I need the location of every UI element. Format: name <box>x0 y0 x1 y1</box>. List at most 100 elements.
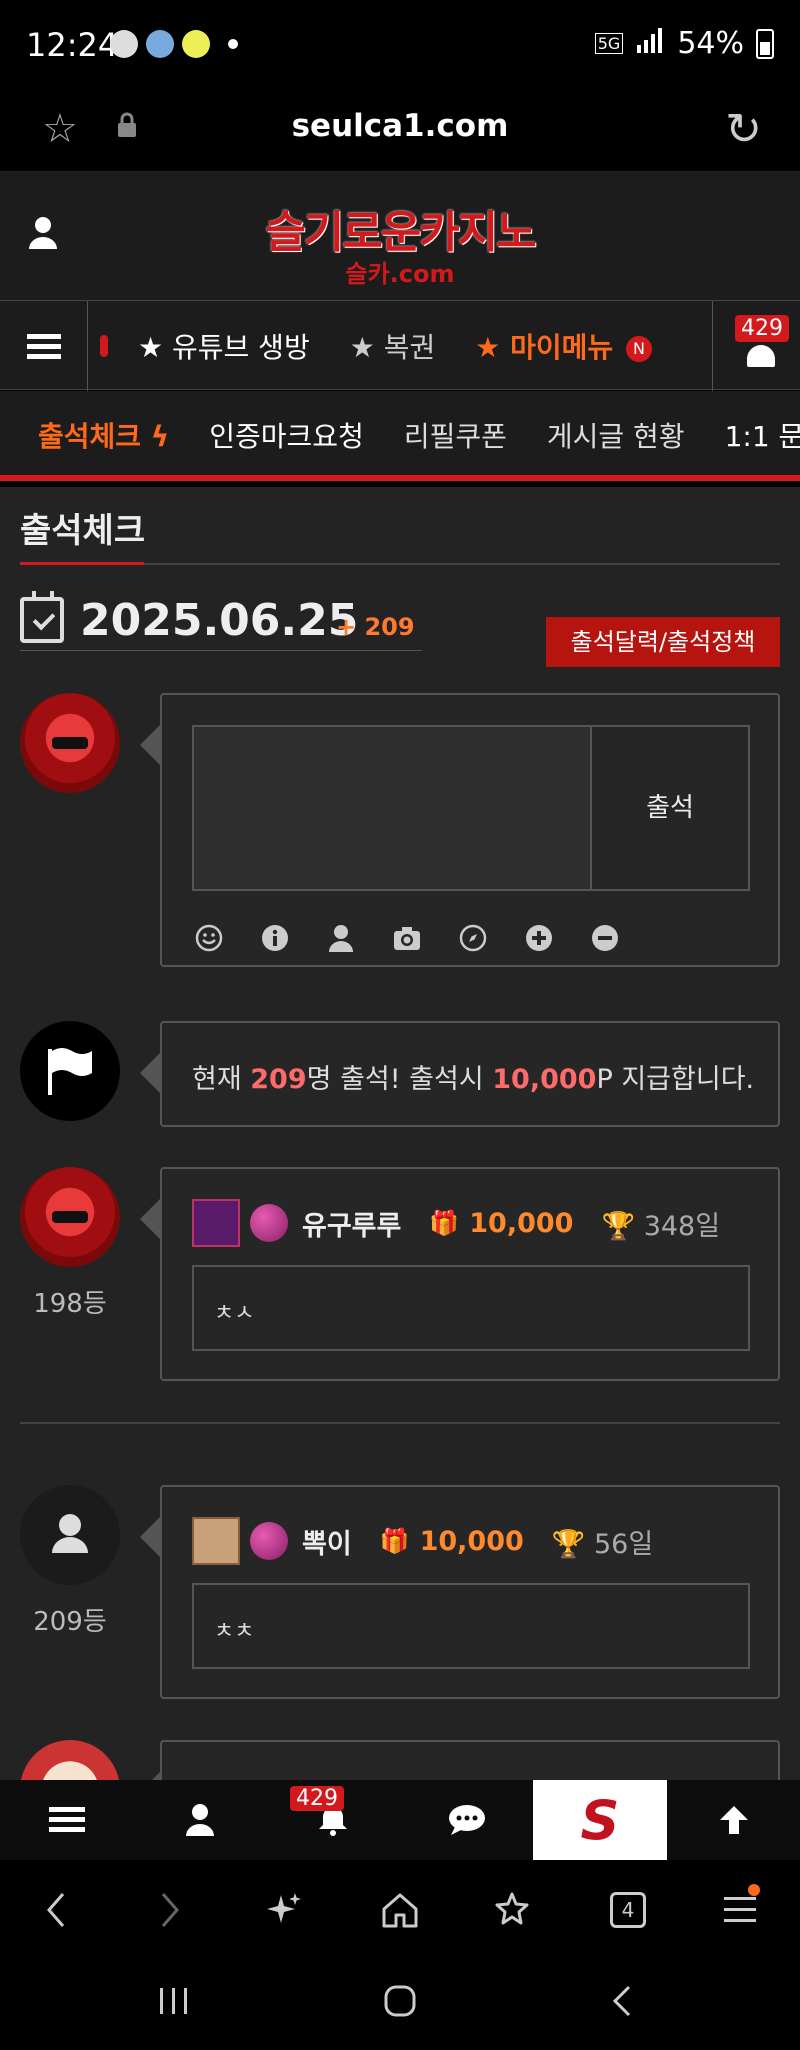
arrow-up-icon <box>719 1806 748 1834</box>
chat-icon <box>448 1805 485 1835</box>
profile-button[interactable] <box>133 1780 266 1860</box>
entry-comment: ㅊㅊ <box>192 1583 750 1669</box>
notification-count-badge: 429 <box>290 1786 344 1811</box>
attendance-comment-input[interactable] <box>192 725 592 891</box>
days-count: 348일 <box>643 1210 721 1242</box>
android-home-button[interactable] <box>370 1976 430 2026</box>
divider <box>20 1422 780 1424</box>
notice-count: 209 <box>250 1064 307 1095</box>
trophy-days: 🏆 348일 <box>601 1204 720 1243</box>
android-back-button[interactable] <box>592 1976 652 2026</box>
nav-items: ★ 유튜브 생방 ★ 복권 ★ 마이메뉴 N <box>100 301 653 391</box>
tab-verify-mark[interactable]: 인증마크요청 <box>209 415 364 455</box>
trophy-days: 🏆 56일 <box>552 1522 653 1561</box>
sub-tab-row: 출석체크 ϟ 인증마크요청 리필쿠폰 게시글 현황 1:1 문 <box>38 415 800 455</box>
bookmarks-button[interactable] <box>484 1880 544 1940</box>
points: 10,000 <box>469 1207 574 1239</box>
avatar <box>20 1167 120 1267</box>
logo-letter: S <box>580 1788 620 1852</box>
attendance-entry: 뽁이 🎁 10,000 🏆 56일 ㅊㅊ <box>140 1485 780 1699</box>
rank-label: 198등 <box>33 1289 107 1319</box>
date-row: 2025.06.25 + 209 <box>20 591 422 651</box>
home-button[interactable] <box>370 1880 430 1940</box>
chat-button[interactable] <box>400 1780 533 1860</box>
notification-count-badge: 429 <box>735 315 789 342</box>
reload-icon[interactable]: ↻ <box>725 104 762 155</box>
attendance-delta: + 209 <box>336 613 415 641</box>
site-logo-button[interactable]: S <box>533 1780 667 1860</box>
rank-label: 209등 <box>33 1607 107 1637</box>
logo-main-text: 슬기로운카지노 <box>265 207 536 258</box>
scroll-indicator <box>100 335 108 357</box>
battery-label: 54% <box>677 26 744 61</box>
network-label: 5G <box>594 33 624 54</box>
camera-icon[interactable] <box>390 921 424 955</box>
browser-url-bar: ☆ seulca1.com ↻ <box>0 90 800 172</box>
compass-icon[interactable] <box>456 921 490 955</box>
nav-item-lottery[interactable]: ★ 복권 <box>350 326 436 366</box>
tab-one-on-one[interactable]: 1:1 문 <box>725 415 800 455</box>
nav-item-youtube-live[interactable]: ★ 유튜브 생방 <box>138 326 310 366</box>
gift-icon: 🎁 <box>429 1209 460 1237</box>
status-bar: 12:24 5G 54% <box>0 0 800 90</box>
minus-circle-icon[interactable] <box>588 921 622 955</box>
grade-orb-icon <box>250 1522 288 1560</box>
attendance-submit-button[interactable]: 출석 <box>590 725 750 891</box>
android-nav-bar <box>0 1956 800 2050</box>
info-icon[interactable] <box>258 921 292 955</box>
menu-icon <box>724 1897 756 1922</box>
site-logo[interactable]: 슬기로운카지노 슬카.com <box>250 196 550 289</box>
chevron-right-icon <box>161 1893 179 1927</box>
app-notification-icon <box>146 30 174 58</box>
level-thumbnail <box>192 1517 240 1565</box>
emoji-icon[interactable] <box>192 921 226 955</box>
tab-post-status[interactable]: 게시글 현황 <box>547 415 685 455</box>
recent-apps-icon <box>160 1988 187 2014</box>
back-button[interactable] <box>26 1880 86 1940</box>
user-icon <box>52 1514 88 1553</box>
ai-sparkle-button[interactable] <box>254 1880 314 1940</box>
gift-icon: 🎁 <box>379 1527 410 1555</box>
notification-icons <box>110 30 238 58</box>
chevron-left-icon <box>47 1893 65 1927</box>
username[interactable]: 뽁이 <box>302 1522 352 1561</box>
notification-bell-button[interactable]: 429 <box>712 301 800 391</box>
menu-button[interactable] <box>0 1780 133 1860</box>
forward-button[interactable] <box>140 1880 200 1940</box>
app-notification-icon <box>182 30 210 58</box>
plus-circle-icon[interactable] <box>522 921 556 955</box>
site-bottom-bar: 429 S <box>0 1780 800 1860</box>
more-dot-icon <box>228 39 238 49</box>
clock: 12:24 <box>26 26 119 64</box>
username[interactable]: 유구루루 <box>302 1204 401 1243</box>
level-thumbnail <box>192 1199 240 1247</box>
home-icon <box>382 1893 418 1928</box>
flag-icon <box>48 1048 92 1095</box>
attendance-date: 2025.06.25 <box>80 595 359 646</box>
browser-toolbar: 4 <box>0 1860 800 1956</box>
recent-apps-button[interactable] <box>144 1976 204 2026</box>
user-icon[interactable] <box>28 216 58 250</box>
system-status: 5G 54% <box>594 26 774 61</box>
browser-menu-button[interactable] <box>712 1880 772 1940</box>
entry-header: 유구루루 🎁 10,000 🏆 348일 <box>192 1199 720 1247</box>
nav-item-my-menu[interactable]: ★ 마이메뉴 N <box>475 326 653 366</box>
attendance-policy-button[interactable]: 출석달력/출석정책 <box>546 617 780 667</box>
update-dot <box>748 1884 760 1896</box>
attendance-write-card: 출석 <box>140 693 780 967</box>
user-icon[interactable] <box>324 921 358 955</box>
tab-count: 4 <box>610 1892 646 1928</box>
page-title: 출석체크 <box>20 511 146 551</box>
main-nav: ★ 유튜브 생방 ★ 복권 ★ 마이메뉴 N 429 <box>0 300 800 391</box>
tab-refill-coupon[interactable]: 리필쿠폰 <box>404 415 507 455</box>
hamburger-menu-button[interactable] <box>0 301 88 391</box>
sparkle-icon <box>267 1893 301 1923</box>
avatar <box>20 693 120 793</box>
tabs-button[interactable]: 4 <box>598 1880 658 1940</box>
home-circle-icon <box>384 1985 416 2017</box>
bell-icon <box>747 345 775 367</box>
url-text[interactable]: seulca1.com <box>0 108 800 144</box>
scroll-top-button[interactable] <box>667 1780 800 1860</box>
tab-attendance[interactable]: 출석체크 ϟ <box>38 415 169 455</box>
back-chevron-icon <box>612 1985 631 2017</box>
